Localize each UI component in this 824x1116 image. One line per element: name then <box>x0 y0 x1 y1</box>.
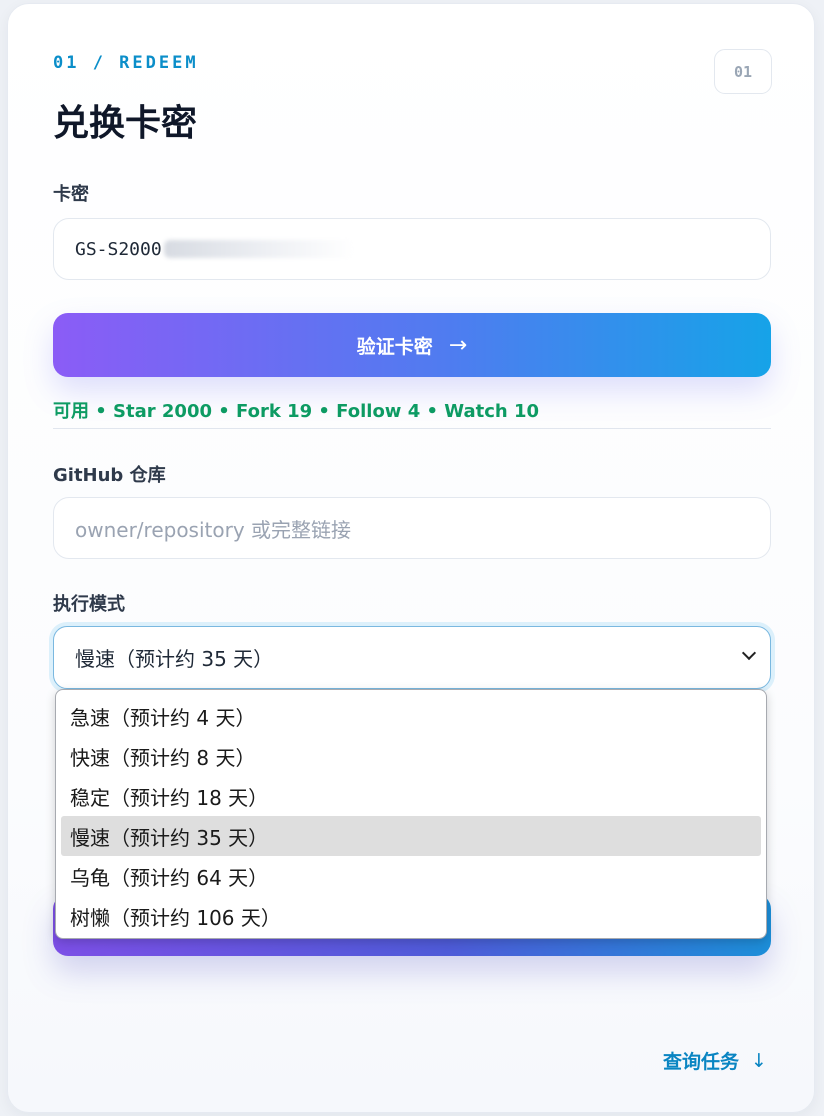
step-badge: 01 <box>714 49 772 94</box>
redeem-card: 01 / REDEEM 01 兑换卡密 卡密 GS-S2000 验证卡密 → 可… <box>7 3 815 1113</box>
mode-option[interactable]: 乌龟（预计约 64 天） <box>61 856 761 896</box>
arrow-down-icon: ↓ <box>751 1049 767 1072</box>
mode-option[interactable]: 树懒（预计约 106 天） <box>61 896 761 936</box>
section-eyebrow: 01 / REDEEM <box>53 53 199 73</box>
card-key-input[interactable]: GS-S2000 <box>53 218 771 280</box>
card-key-label: 卡密 <box>53 184 89 205</box>
section-divider <box>53 428 771 429</box>
mode-option[interactable]: 急速（预计约 4 天） <box>61 696 761 736</box>
mode-select[interactable]: 慢速（预计约 35 天） <box>53 626 771 689</box>
repo-input[interactable]: owner/repository 或完整链接 <box>53 497 771 559</box>
query-task-label: 查询任务 <box>663 1051 740 1073</box>
mode-dropdown-list: 急速（预计约 4 天） 快速（预计约 8 天） 稳定（预计约 18 天） 慢速（… <box>55 689 767 939</box>
key-status-text: 可用 • Star 2000 • Fork 19 • Follow 4 • Wa… <box>53 401 540 422</box>
verify-key-button[interactable]: 验证卡密 → <box>53 313 771 377</box>
mode-selected-value: 慢速（预计约 35 天） <box>75 647 274 671</box>
repo-label: GitHub 仓库 <box>53 465 166 486</box>
mode-label: 执行模式 <box>53 594 125 615</box>
card-key-value: GS-S2000 <box>75 238 162 260</box>
page-title: 兑换卡密 <box>53 103 198 144</box>
mode-option-selected[interactable]: 慢速（预计约 35 天） <box>61 816 761 856</box>
arrow-right-icon: → <box>448 332 468 358</box>
mode-option[interactable]: 稳定（预计约 18 天） <box>61 776 761 816</box>
verify-key-label: 验证卡密 <box>356 335 433 358</box>
mode-option[interactable]: 快速（预计约 8 天） <box>61 736 761 776</box>
chevron-down-icon <box>741 645 757 661</box>
repo-placeholder: owner/repository 或完整链接 <box>75 517 352 542</box>
query-task-link[interactable]: 查询任务 ↓ <box>663 1047 767 1074</box>
redacted-key-mask <box>163 240 354 258</box>
